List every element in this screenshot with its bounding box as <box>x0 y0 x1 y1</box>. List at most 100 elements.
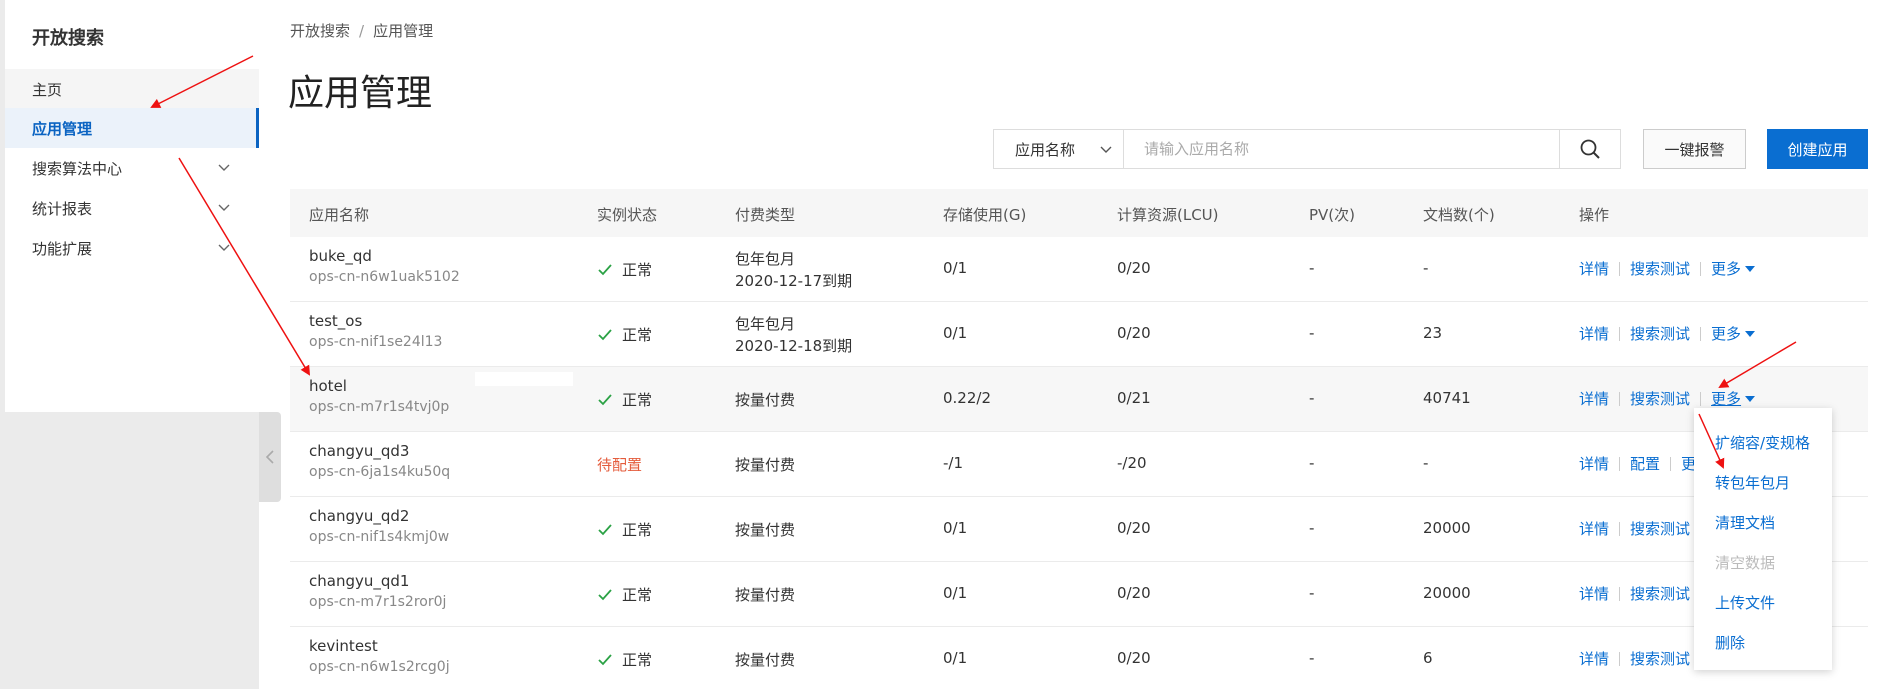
app-name: hotel <box>309 377 347 395</box>
app-name: changyu_qd1 <box>309 572 410 590</box>
search-test-link[interactable]: 搜索测试 <box>1630 258 1690 279</box>
details-link[interactable]: 详情 <box>1579 323 1609 344</box>
app-name: changyu_qd3 <box>309 442 410 460</box>
instance-id: ops-cn-m7r1s4tvj0p <box>309 399 450 415</box>
menu-item-delete[interactable]: 删除 <box>1694 622 1832 662</box>
app-name: kevintest <box>309 637 378 655</box>
divider <box>1619 651 1621 666</box>
search-test-link[interactable]: 搜索测试 <box>1630 583 1690 604</box>
menu-item-convert-subscription[interactable]: 转包年包月 <box>1694 462 1832 502</box>
status-badge: 正常 <box>597 584 652 605</box>
search-test-link[interactable]: 搜索测试 <box>1630 388 1690 409</box>
doc-count: - <box>1423 259 1429 277</box>
sidebar-item-label: 应用管理 <box>32 119 93 138</box>
table-row: kevintest ops-cn-n6w1s2rcg0j 正常 按量付费 0/1… <box>290 627 1868 689</box>
caret-down-icon <box>1745 330 1756 337</box>
doc-count: - <box>1423 454 1429 472</box>
details-link[interactable]: 详情 <box>1579 388 1609 409</box>
table-row: changyu_qd1 ops-cn-m7r1s2ror0j 正常 按量付费 0… <box>290 562 1868 627</box>
redaction-bar <box>475 372 573 386</box>
more-link[interactable]: 更多 <box>1711 323 1741 344</box>
breadcrumb-root[interactable]: 开放搜索 <box>290 22 350 40</box>
details-link[interactable]: 详情 <box>1579 258 1609 279</box>
more-actions-menu: 扩缩容/变规格 转包年包月 清理文档 清空数据 上传文件 删除 <box>1694 408 1832 670</box>
doc-count: 40741 <box>1423 389 1471 407</box>
check-icon <box>598 328 612 340</box>
row-actions: 详情 搜索测试 更多 <box>1579 388 1756 409</box>
menu-item-clean-docs[interactable]: 清理文档 <box>1694 502 1832 542</box>
create-app-button[interactable]: 创建应用 <box>1767 129 1868 169</box>
menu-item-scale[interactable]: 扩缩容/变规格 <box>1694 422 1832 462</box>
column-header: 应用名称 <box>309 206 370 224</box>
more-link[interactable]: 更多 <box>1711 388 1741 409</box>
sidebar-item-home[interactable]: 主页 <box>5 69 259 109</box>
search-button[interactable] <box>1559 129 1621 169</box>
instance-id: ops-cn-nif1se24l13 <box>309 334 443 350</box>
divider <box>1619 261 1621 276</box>
search-field-select[interactable]: 应用名称 <box>993 129 1124 169</box>
instance-id: ops-cn-6ja1s4ku50q <box>309 464 451 480</box>
sidebar-item-label: 主页 <box>32 80 63 99</box>
instance-id: ops-cn-n6w1uak5102 <box>309 269 460 285</box>
status-badge: 正常 <box>597 389 652 410</box>
column-header: 文档数(个) <box>1423 206 1495 224</box>
status-text: 正常 <box>622 586 653 604</box>
sidebar-item-search-algorithm[interactable]: 搜索算法中心 <box>5 148 259 188</box>
status-text: 正常 <box>622 391 653 409</box>
pv-count: - <box>1309 324 1315 342</box>
divider <box>1619 391 1621 406</box>
sidebar-item-label: 统计报表 <box>32 199 93 218</box>
storage-usage: 0/1 <box>943 259 968 277</box>
details-link[interactable]: 详情 <box>1579 648 1609 669</box>
column-header: 存储使用(G) <box>943 206 1027 224</box>
status-badge: 正常 <box>597 259 652 280</box>
pv-count: - <box>1309 389 1315 407</box>
storage-usage: 0/1 <box>943 324 968 342</box>
row-actions: 详情 搜索测试 更多 <box>1579 258 1756 279</box>
menu-item-upload-file[interactable]: 上传文件 <box>1694 582 1832 622</box>
status-badge: 正常 <box>597 519 652 540</box>
compute-resource: 0/20 <box>1117 259 1151 277</box>
table-row: changyu_qd2 ops-cn-nif1s4kmj0w 正常 按量付费 0… <box>290 497 1868 562</box>
app-name: changyu_qd2 <box>309 507 410 525</box>
configure-link[interactable]: 配置 <box>1630 453 1660 474</box>
search-input[interactable] <box>1123 129 1560 169</box>
sidebar-collapse-toggle[interactable] <box>259 412 281 502</box>
doc-count: 6 <box>1423 649 1433 667</box>
sidebar-item-extensions[interactable]: 功能扩展 <box>5 228 259 268</box>
column-header: 付费类型 <box>735 206 796 224</box>
compute-resource: -/20 <box>1117 454 1147 472</box>
details-link[interactable]: 详情 <box>1579 518 1609 539</box>
storage-usage: 0/1 <box>943 519 968 537</box>
sidebar-item-app-management[interactable]: 应用管理 <box>5 108 259 148</box>
compute-resource: 0/20 <box>1117 584 1151 602</box>
more-link[interactable]: 更多 <box>1711 258 1741 279</box>
check-icon <box>598 523 612 535</box>
sidebar-title: 开放搜索 <box>32 28 104 49</box>
status-badge: 正常 <box>597 324 652 345</box>
pv-count: - <box>1309 649 1315 667</box>
details-link[interactable]: 详情 <box>1579 453 1609 474</box>
expiry-date: 2020-12-18到期 <box>735 337 853 355</box>
column-header: 实例状态 <box>597 206 658 224</box>
table-header: 应用名称 实例状态 付费类型 存储使用(G) 计算资源(LCU) PV(次) 文… <box>290 189 1868 237</box>
instance-id: ops-cn-m7r1s2ror0j <box>309 594 447 610</box>
search-test-link[interactable]: 搜索测试 <box>1630 648 1690 669</box>
status-text: 正常 <box>622 521 653 539</box>
details-link[interactable]: 详情 <box>1579 583 1609 604</box>
divider <box>1619 456 1621 471</box>
sidebar-item-statistics[interactable]: 统计报表 <box>5 188 259 228</box>
search-test-link[interactable]: 搜索测试 <box>1630 323 1690 344</box>
pay-type: 按量付费 <box>735 391 796 409</box>
page-title: 应用管理 <box>288 73 433 114</box>
compute-resource: 0/20 <box>1117 324 1151 342</box>
doc-count: 20000 <box>1423 519 1471 537</box>
search-icon <box>1580 139 1600 159</box>
one-click-alarm-button[interactable]: 一键报警 <box>1643 129 1746 169</box>
pay-type: 包年包月 <box>735 315 796 333</box>
search-test-link[interactable]: 搜索测试 <box>1630 518 1690 539</box>
chevron-down-icon <box>218 244 230 251</box>
table-row: test_os ops-cn-nif1se24l13 正常 包年包月 2020-… <box>290 302 1868 367</box>
row-actions: 详情 搜索测试 <box>1579 583 1690 604</box>
divider <box>1619 326 1621 341</box>
